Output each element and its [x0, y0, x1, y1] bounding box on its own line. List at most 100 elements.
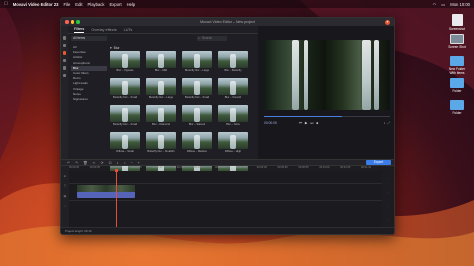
export-button[interactable]: Export	[366, 160, 391, 165]
minimize-window-button[interactable]	[70, 20, 74, 24]
control-center-icon[interactable]: ▭	[441, 2, 445, 7]
search-input[interactable]: ⌕ Search	[197, 36, 227, 41]
filter-label: Butterfly blur – Small	[113, 96, 137, 99]
playhead[interactable]	[115, 169, 118, 228]
wifi-icon[interactable]: ◠	[433, 2, 437, 7]
text-track-icon[interactable]: T	[64, 184, 66, 188]
filter-thumbnail[interactable]: Butterfly blur – Small	[110, 105, 140, 128]
playback-progress-bar[interactable]	[264, 116, 390, 117]
filter-preview-image	[182, 78, 212, 95]
filter-thumbnail[interactable]: Diffuse – Small	[110, 132, 140, 155]
menu-item-export[interactable]: Export	[110, 2, 122, 7]
stickers-icon[interactable]	[62, 66, 67, 70]
video-clip[interactable]	[77, 185, 135, 198]
menu-item-edit[interactable]: Edit	[75, 2, 82, 7]
menu-item-file[interactable]: File	[64, 2, 71, 7]
menu-bar:  Movavi Video Editor 23 File Edit Playb…	[0, 0, 474, 8]
video-track-icon[interactable]: ▣	[63, 194, 66, 198]
waterfall-left	[292, 40, 299, 110]
zoom-out-icon[interactable]: −	[131, 161, 133, 165]
player-extra: ◖ ⤢	[383, 121, 390, 125]
filter-thumbnail[interactable]: Butterfly blur – Large	[182, 51, 212, 74]
rotate-icon[interactable]: ⟳	[101, 161, 104, 165]
timeline[interactable]	[69, 169, 382, 228]
menu-item-help[interactable]: Help	[127, 2, 136, 7]
play-icon[interactable]: ▶	[305, 121, 308, 125]
category-item[interactable]: Signatures	[71, 97, 107, 102]
filter-preview-image	[146, 132, 176, 149]
desktop-icon-screen-shot[interactable]: Screen Shot	[446, 34, 468, 49]
filter-thumbnail[interactable]: Butterfly blur – Large	[146, 78, 176, 101]
filter-thumbnail[interactable]: Blur – Butterfly	[218, 51, 248, 74]
desktop-icon-folder-2[interactable]: Folder	[446, 78, 468, 93]
close-window-button[interactable]	[65, 20, 69, 24]
titles-icon[interactable]	[62, 43, 67, 47]
waterfall-right-2	[374, 40, 379, 110]
filter-preview-image	[218, 105, 248, 122]
cut-icon[interactable]: ✂	[93, 161, 96, 165]
filter-preview-image	[110, 132, 140, 149]
menu-app-name[interactable]: Movavi Video Editor 23	[13, 2, 59, 7]
menu-item-playback[interactable]: Playback	[88, 2, 105, 7]
more-tools-icon[interactable]	[62, 73, 67, 77]
meter-mark: −	[386, 190, 389, 194]
track-header-column: ⊕ T ▣ ♪	[61, 166, 69, 228]
waterfall-right	[362, 40, 371, 110]
maximize-window-button[interactable]	[76, 20, 80, 24]
previous-frame-icon[interactable]: ⏮	[299, 121, 302, 125]
transport-buttons: ⏮ ▶ ⏭ ■	[299, 121, 318, 125]
filter-label: Blur – Vignette	[116, 69, 134, 72]
redo-icon[interactable]: ↷	[75, 161, 78, 165]
audio-track-icon[interactable]: ♪	[64, 204, 66, 208]
add-track-icon[interactable]: ⊕	[64, 174, 67, 178]
fullscreen-icon[interactable]: ⤢	[387, 121, 390, 125]
tab-overlay-effects[interactable]: Overlay effects	[91, 28, 116, 32]
filter-thumbnail[interactable]: Blur – Stained	[182, 105, 212, 128]
chevron-down-icon: ▾	[110, 46, 112, 50]
filter-thumbnail[interactable]: Blur – Mild	[146, 51, 176, 74]
filter-thumbnail[interactable]: Blur – Smooth	[218, 78, 248, 101]
audio-icon[interactable]: ♪	[124, 161, 126, 165]
clock[interactable]: Mon 10:00	[450, 2, 470, 7]
filter-thumbnail[interactable]: Butterfly blur – Small	[110, 78, 140, 101]
transitions-icon[interactable]	[62, 58, 67, 62]
import-icon[interactable]	[62, 36, 67, 40]
filter-thumbnail[interactable]: Diffuse – Medium	[182, 132, 212, 155]
filter-label: Blur – Glow	[226, 123, 240, 126]
filter-thumbnail[interactable]: Blur – Diamond	[146, 105, 176, 128]
next-frame-icon[interactable]: ⏭	[310, 121, 313, 125]
filter-label: Butterfly blur – Small	[185, 96, 209, 99]
timeline-toolbar: ↶ ↷ 🗑 ✂ ⟳ ⊡ ◐ ♪ − + Export	[61, 159, 394, 166]
crop-icon[interactable]: ⊡	[109, 161, 112, 165]
filters-icon[interactable]	[62, 51, 67, 55]
filter-thumbnail[interactable]: Blur – Glow	[218, 105, 248, 128]
search-icon: ⌕	[198, 36, 200, 40]
filter-label: Blur – Butterfly	[224, 69, 242, 72]
meter-mark: −	[386, 219, 389, 223]
color-adjust-icon[interactable]: ◐	[117, 161, 119, 165]
zoom-in-icon[interactable]: +	[138, 161, 140, 165]
desktop-icon-screenshot[interactable]: Screenshot	[446, 14, 468, 31]
filter-label: Butterfly blur – Large	[148, 96, 174, 99]
filter-preview-image	[110, 78, 140, 95]
stop-icon[interactable]: ■	[316, 121, 318, 125]
undo-icon[interactable]: ↶	[67, 161, 70, 165]
volume-icon[interactable]: ◖	[383, 121, 385, 125]
document-icon	[451, 14, 463, 26]
apple-icon[interactable]: 	[4, 1, 8, 7]
desktop-icon-folder-3[interactable]: Folder	[446, 100, 468, 115]
search-placeholder: Search	[202, 36, 213, 40]
app-window: Movavi Video Editor – New project ✦ Filt…	[60, 17, 395, 235]
filter-thumbnail[interactable]: Butterfly blur – Small	[182, 78, 212, 101]
video-preview[interactable]	[264, 40, 390, 110]
settings-gear-icon[interactable]: ✦	[385, 19, 390, 25]
filter-thumbnail[interactable]: Diffuse – High	[218, 132, 248, 155]
delete-icon[interactable]: 🗑	[83, 161, 88, 165]
filter-thumbnail[interactable]: Blur – Vignette	[110, 51, 140, 74]
tab-filters[interactable]: Filters	[74, 27, 85, 33]
tab-luts[interactable]: LUTs	[124, 28, 133, 32]
desktop-icon-folder-1[interactable]: New Folder With Items	[446, 56, 468, 75]
category-dropdown[interactable]: All items	[71, 36, 107, 41]
image-file-icon	[450, 34, 464, 44]
filter-thumbnail[interactable]: Butterfly blur – Smallish	[146, 132, 176, 155]
